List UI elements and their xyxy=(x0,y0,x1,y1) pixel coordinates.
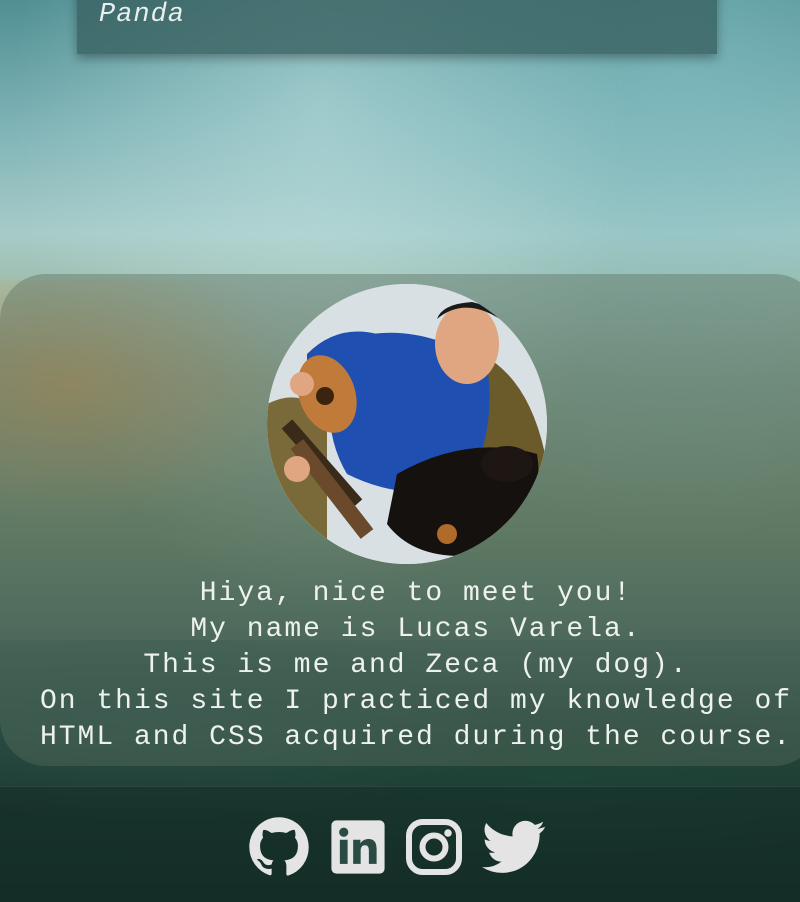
linkedin-link[interactable] xyxy=(326,816,390,878)
project-card[interactable]: Panda xyxy=(77,0,717,54)
twitter-icon xyxy=(482,820,545,873)
footer xyxy=(0,786,800,902)
github-icon xyxy=(249,817,309,876)
twitter-link[interactable] xyxy=(482,816,546,878)
intro-text: Hiya, nice to meet you! My name is Lucas… xyxy=(0,576,800,756)
intro-line: On this site I practiced my knowledge of xyxy=(39,686,793,717)
intro-line: Hiya, nice to meet you! xyxy=(199,578,633,609)
linkedin-icon xyxy=(331,820,385,874)
instagram-link[interactable] xyxy=(402,816,466,878)
intro-line: My name is Lucas Varela. xyxy=(190,614,642,645)
profile-photo xyxy=(267,284,547,564)
github-link[interactable] xyxy=(247,816,311,878)
project-card-title: Panda xyxy=(99,0,186,30)
instagram-icon xyxy=(406,819,462,875)
intro-line: This is me and Zeca (my dog). xyxy=(143,650,689,681)
intro-line: HTML and CSS acquired during the course. xyxy=(39,722,793,753)
